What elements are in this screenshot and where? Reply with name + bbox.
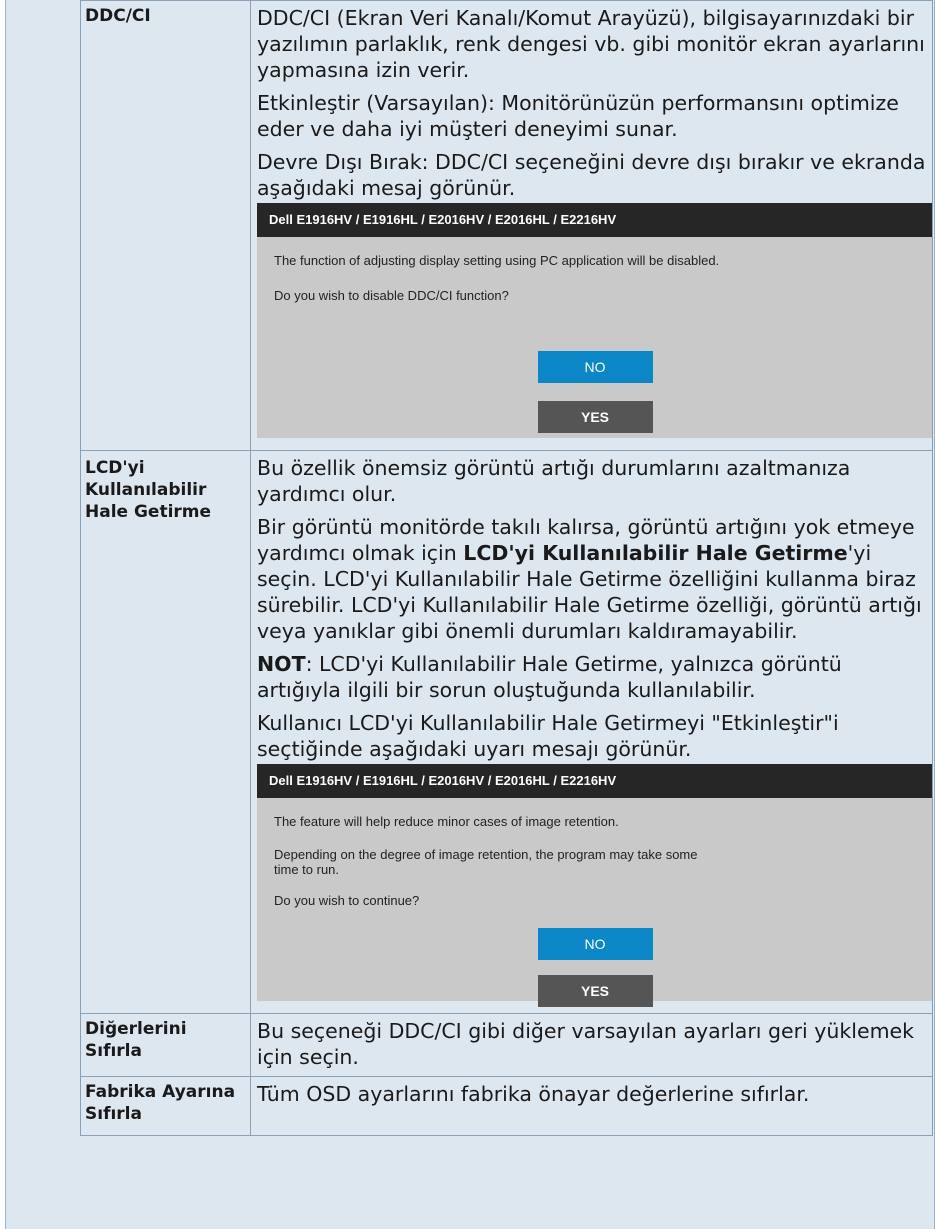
no-button[interactable]: NO bbox=[537, 351, 653, 383]
table-row-reset-others: Diğerlerini Sıfırla Bu seçeneği DDC/CI g… bbox=[80, 1013, 933, 1077]
table-row-ddc-ci: DDC/CI DDC/CI (Ekran Veri Kanalı/Komut A… bbox=[80, 0, 933, 451]
row-description-factory-reset: Tüm OSD ayarlarını fabrika önayar değerl… bbox=[250, 1076, 933, 1136]
ddc-paragraph-3: Devre Dışı Bırak: DDC/CI seçeneğini devr… bbox=[257, 150, 926, 200]
lcd-paragraph-1: Bu özellik önemsiz görüntü artığı duruml… bbox=[257, 456, 851, 506]
osd-settings-table: DDC/CI DDC/CI (Ekran Veri Kanalı/Komut A… bbox=[80, 0, 933, 1136]
dialog-body: The function of adjusting display settin… bbox=[257, 237, 933, 335]
lcd-paragraph-2: Bir görüntü monitörde takılı kalırsa, gö… bbox=[257, 514, 926, 644]
table-row-lcd-conditioning: LCD'yi Kullanılabilir Hale Getirme Bu öz… bbox=[80, 450, 933, 1014]
dialog-message: The function of adjusting display settin… bbox=[274, 253, 720, 268]
dialog-buttons: NO YES bbox=[257, 928, 933, 1011]
row-label-factory-reset: Fabrika Ayarına Sıfırla bbox=[80, 1076, 251, 1136]
ddc-paragraph-2: Etkinleştir (Varsayılan): Monitörünüzün … bbox=[257, 91, 899, 141]
note-label: NOT bbox=[257, 652, 306, 676]
row-description-ddc-ci: DDC/CI (Ekran Veri Kanalı/Komut Arayüzü)… bbox=[250, 0, 933, 451]
row-description-reset-others: Bu seçeneği DDC/CI gibi diğer varsayılan… bbox=[250, 1013, 933, 1077]
row-description-lcd-conditioning: Bu özellik önemsiz görüntü artığı duruml… bbox=[250, 450, 933, 1014]
ddc-disable-dialog: Dell E1916HV / E1916HL / E2016HV / E2016… bbox=[257, 203, 933, 438]
ddc-paragraph-1: DDC/CI (Ekran Veri Kanalı/Komut Arayüzü)… bbox=[257, 6, 925, 82]
manual-page: DDC/CI DDC/CI (Ekran Veri Kanalı/Komut A… bbox=[5, 0, 935, 1229]
dialog-detail: Depending on the degree of image retenti… bbox=[274, 847, 698, 877]
table-row-factory-reset: Fabrika Ayarına Sıfırla Tüm OSD ayarları… bbox=[80, 1076, 933, 1136]
lcd-paragraph-4: Kullanıcı LCD'yi Kullanılabilir Hale Get… bbox=[257, 711, 839, 761]
row-label-lcd-conditioning: LCD'yi Kullanılabilir Hale Getirme bbox=[80, 450, 251, 1014]
yes-button[interactable]: YES bbox=[537, 401, 653, 433]
no-button[interactable]: NO bbox=[537, 928, 653, 960]
row-label-reset-others: Diğerlerini Sıfırla bbox=[80, 1013, 251, 1077]
lcd-note-paragraph: NOT: LCD'yi Kullanılabilir Hale Getirme,… bbox=[257, 651, 926, 703]
yes-button[interactable]: YES bbox=[537, 975, 653, 1007]
dialog-question: Do you wish to continue? bbox=[274, 893, 420, 908]
row-label-ddc-ci: DDC/CI bbox=[80, 0, 251, 451]
note-text: : LCD'yi Kullanılabilir Hale Getirme, ya… bbox=[257, 652, 842, 702]
dialog-message: The feature will help reduce minor cases… bbox=[274, 814, 619, 829]
dialog-body: The feature will help reduce minor cases… bbox=[257, 798, 933, 928]
dialog-buttons: NO YES bbox=[257, 351, 933, 437]
lcd-warning-dialog: Dell E1916HV / E1916HL / E2016HV / E2016… bbox=[257, 764, 933, 1007]
dialog-title: Dell E1916HV / E1916HL / E2016HV / E2016… bbox=[257, 203, 933, 237]
dialog-question: Do you wish to disable DDC/CI function? bbox=[274, 288, 509, 303]
lcd-p2-bold-term: LCD'yi Kullanılabilir Hale Getirme bbox=[463, 541, 848, 565]
dialog-title: Dell E1916HV / E1916HL / E2016HV / E2016… bbox=[257, 764, 933, 798]
